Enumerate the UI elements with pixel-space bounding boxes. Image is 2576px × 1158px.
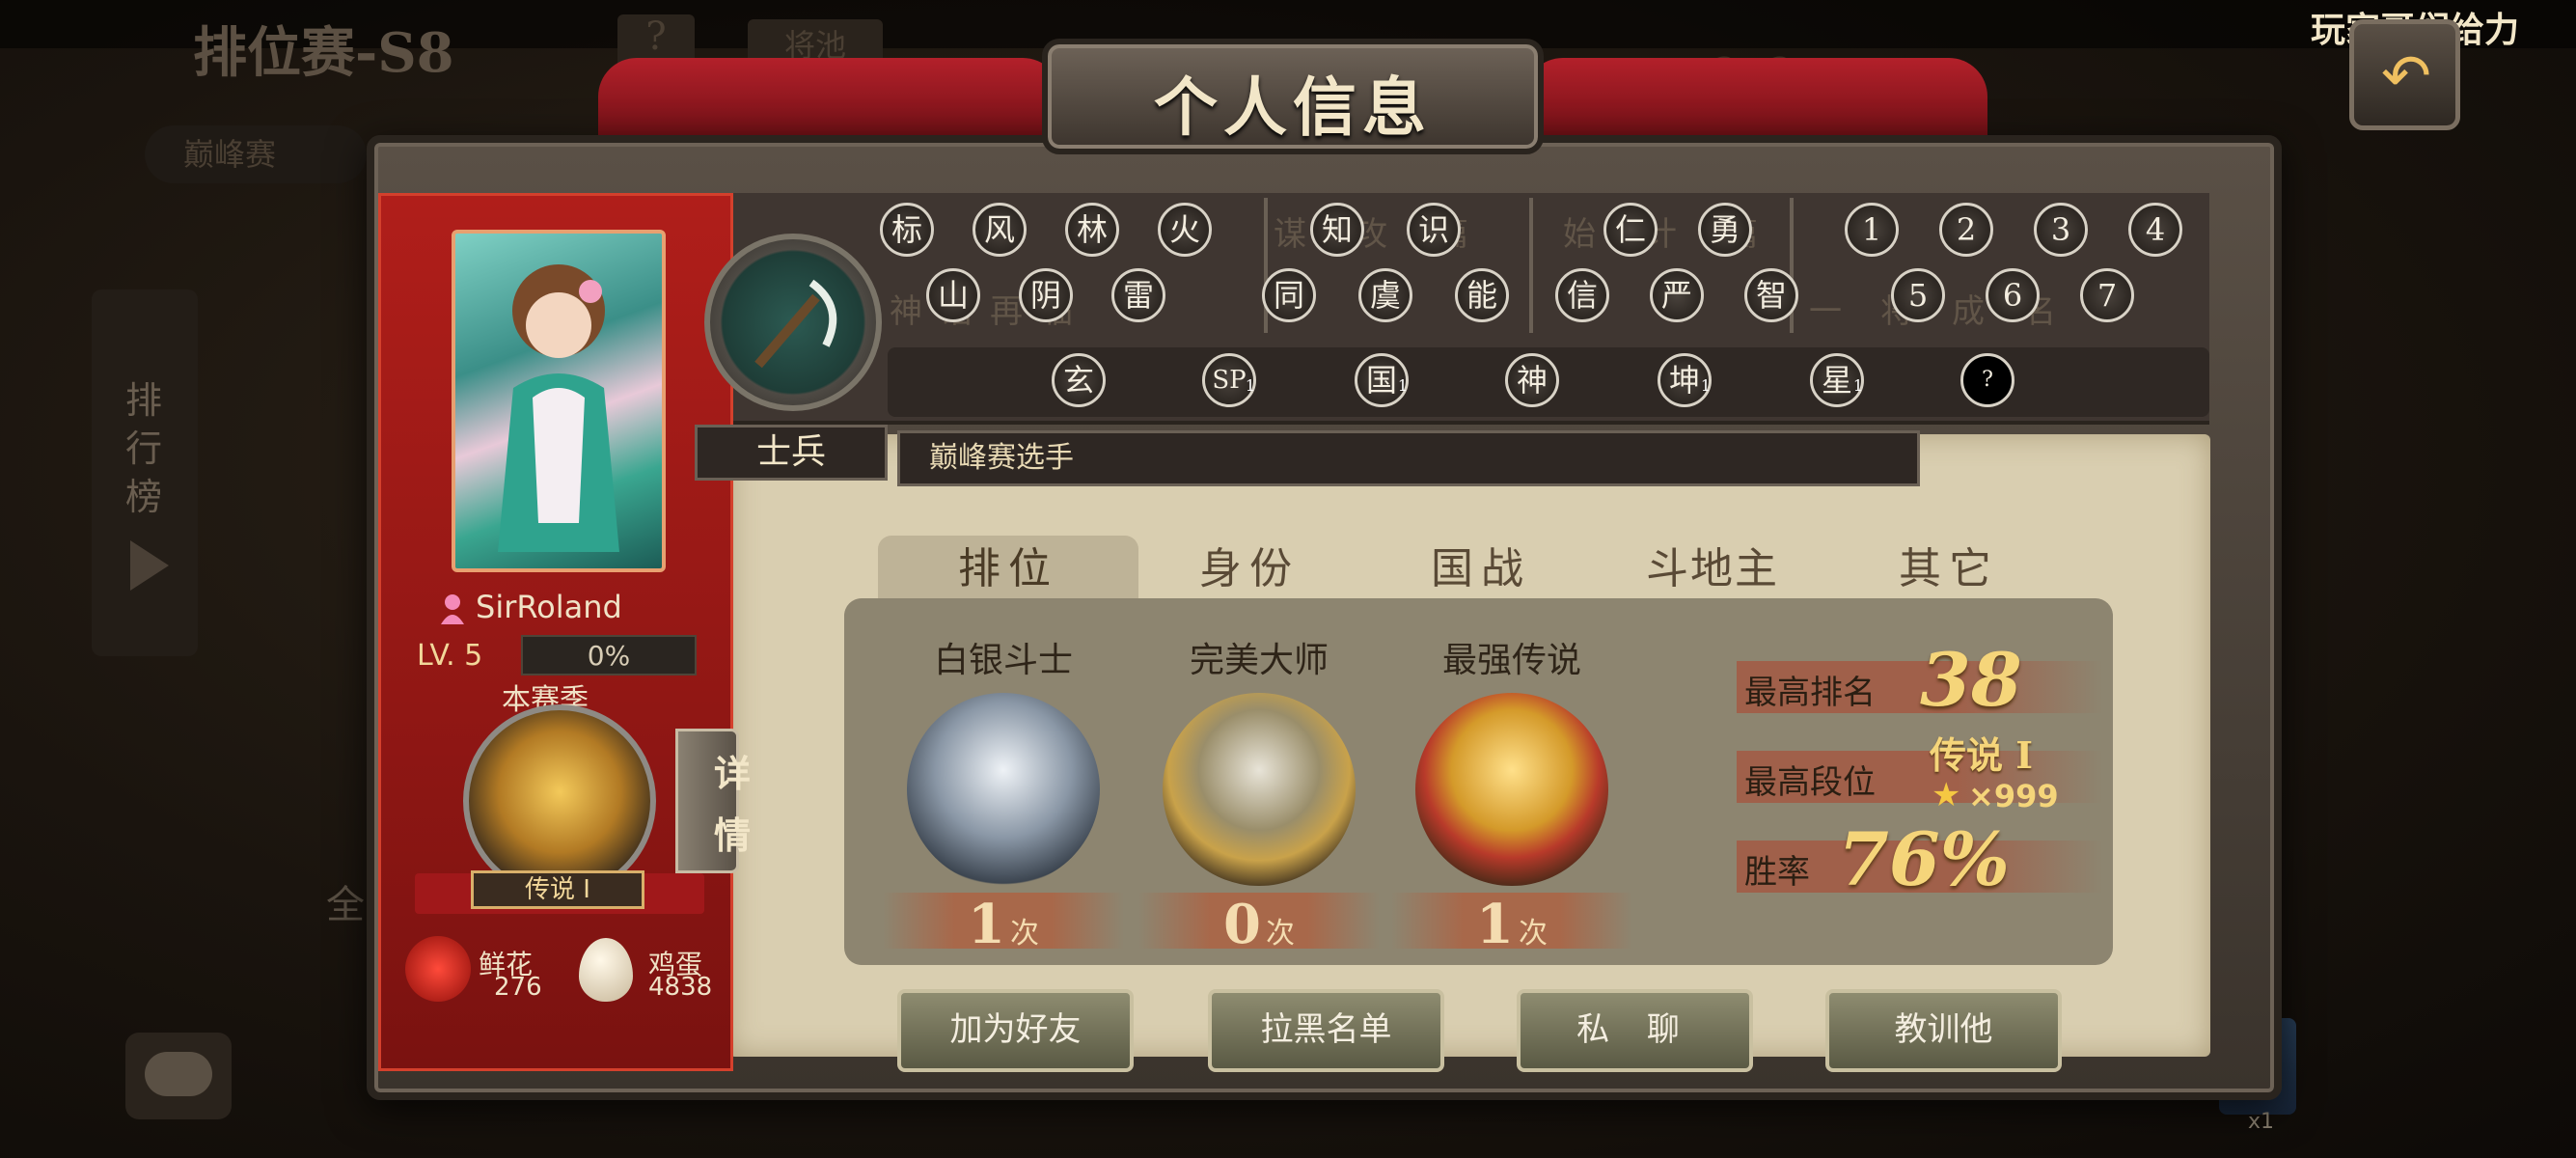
- exp-bar: 0%: [521, 635, 697, 676]
- legend-medal-icon: [1415, 693, 1608, 886]
- master-medal-icon: [1163, 693, 1356, 886]
- sickle-icon: [754, 279, 837, 369]
- achievement-badge[interactable]: 5: [1891, 268, 1945, 322]
- blacklist-button[interactable]: 拉黑名单: [1208, 989, 1444, 1072]
- achievement-badge[interactable]: 仁: [1603, 203, 1658, 257]
- best-tier-value: 传说 I: [1930, 733, 2034, 777]
- rank-name: 最强传说: [1441, 641, 1581, 680]
- achievement-badge[interactable]: 神: [1505, 353, 1559, 407]
- class-emblem[interactable]: [704, 234, 882, 411]
- achievement-badge[interactable]: 山: [926, 268, 980, 322]
- rank-name: 白银斗士: [933, 641, 1073, 680]
- achievement-badge[interactable]: 玄: [1052, 353, 1106, 407]
- best-tier-stars: ×999: [1968, 778, 2059, 814]
- achievement-badge[interactable]: 林: [1065, 203, 1119, 257]
- star-icon: ★: [1932, 776, 1961, 814]
- season-title: 排位赛-S8: [193, 21, 454, 85]
- player-name: SirRoland: [476, 589, 622, 625]
- achievement-badge[interactable]: 标: [880, 203, 934, 257]
- achievement-badge[interactable]: 风: [973, 203, 1027, 257]
- leaderboard-label: 排行榜: [125, 379, 163, 518]
- achievement-badge[interactable]: 勇: [1698, 203, 1752, 257]
- ghost-text-group3: 始计篇: [1563, 215, 1806, 254]
- rank-count: 1 次: [1391, 893, 1632, 956]
- best-rank-label: 最高排名: [1744, 674, 1876, 712]
- achievement-divider: [1529, 198, 1533, 333]
- achievement-badge[interactable]: 严: [1650, 268, 1704, 322]
- player-level: LV. 5: [417, 639, 483, 673]
- rank-count: 1 次: [883, 893, 1124, 956]
- achievement-badge[interactable]: 能: [1455, 268, 1509, 322]
- achievement-badge[interactable]: 4: [2128, 203, 2182, 257]
- achievement-badge[interactable]: 识: [1407, 203, 1461, 257]
- class-label: 士兵: [695, 425, 888, 481]
- tab-ranked[interactable]: 排位: [878, 536, 1138, 603]
- tab-other[interactable]: 其它: [1833, 536, 2065, 603]
- tab-landlord[interactable]: 斗地主: [1602, 536, 1823, 603]
- ghost-text-group4: 一将成名: [1809, 292, 2095, 331]
- chat-bubble-icon: [145, 1052, 212, 1096]
- detail-label: 详情: [714, 752, 752, 857]
- achievement-badge[interactable]: 星1: [1810, 353, 1864, 407]
- achievement-badge[interactable]: 知: [1310, 203, 1364, 257]
- player-title-field[interactable]: 巅峰赛选手: [897, 430, 1920, 486]
- rank-count: 0 次: [1138, 893, 1380, 956]
- private-chat-button[interactable]: 私 聊: [1517, 989, 1753, 1072]
- leaderboard-arrow-icon: [130, 540, 169, 591]
- season-rank-medal-icon: [463, 704, 656, 897]
- panel-title: 个人信息: [1154, 69, 1432, 145]
- silver-medal-icon: [907, 693, 1100, 886]
- achievement-badge[interactable]: 智: [1744, 268, 1798, 322]
- teach-lesson-button[interactable]: 教训他: [1825, 989, 2062, 1072]
- achievement-badge[interactable]: 3: [2034, 203, 2088, 257]
- unknown-achievement-badge[interactable]: ?: [1960, 353, 2014, 407]
- win-rate-value: 76%: [1838, 816, 2010, 902]
- achievement-badge[interactable]: 国1: [1355, 353, 1409, 407]
- tab-nation-war[interactable]: 国战: [1370, 536, 1592, 603]
- achievement-badge[interactable]: 阴: [1019, 268, 1073, 322]
- chat-partial-text: 全: [326, 883, 365, 927]
- achievement-divider: [1264, 198, 1268, 333]
- achievement-badge[interactable]: 坤1: [1658, 353, 1712, 407]
- peak-button[interactable]: 巅峰赛: [145, 125, 367, 183]
- achievement-badge[interactable]: 同: [1262, 268, 1316, 322]
- achievement-badge[interactable]: 雷: [1111, 268, 1165, 322]
- tab-identity[interactable]: 身份: [1138, 536, 1360, 603]
- rank-name: 完美大师: [1189, 641, 1329, 680]
- best-tier-label: 最高段位: [1744, 763, 1876, 802]
- flowers-count: 276: [494, 973, 542, 1002]
- add-friend-button[interactable]: 加为好友: [897, 989, 1134, 1072]
- hero-portrait[interactable]: [452, 230, 666, 572]
- player-gender-icon: [439, 593, 466, 624]
- achievement-badge[interactable]: 6: [1986, 268, 2040, 322]
- achievement-badge[interactable]: 虞: [1358, 268, 1412, 322]
- achievement-badge[interactable]: 2: [1939, 203, 1993, 257]
- achievement-badge[interactable]: 火: [1158, 203, 1212, 257]
- portrait-art-icon: [498, 264, 619, 552]
- achievement-badge[interactable]: 7: [2080, 268, 2134, 322]
- eggs-count: 4838: [648, 973, 713, 1002]
- back-arrow-icon: ↶: [2381, 41, 2431, 111]
- best-rank-value: 38: [1920, 637, 2022, 723]
- achievement-badge[interactable]: 1: [1845, 203, 1899, 257]
- gift-count: x1: [2248, 1110, 2275, 1134]
- flower-icon[interactable]: [405, 936, 471, 1002]
- achievement-badge[interactable]: SP 1: [1202, 353, 1256, 407]
- achievement-badge[interactable]: 信: [1555, 268, 1609, 322]
- season-rank-badge: 传说 I: [471, 870, 644, 909]
- win-rate-label: 胜率: [1744, 853, 1810, 892]
